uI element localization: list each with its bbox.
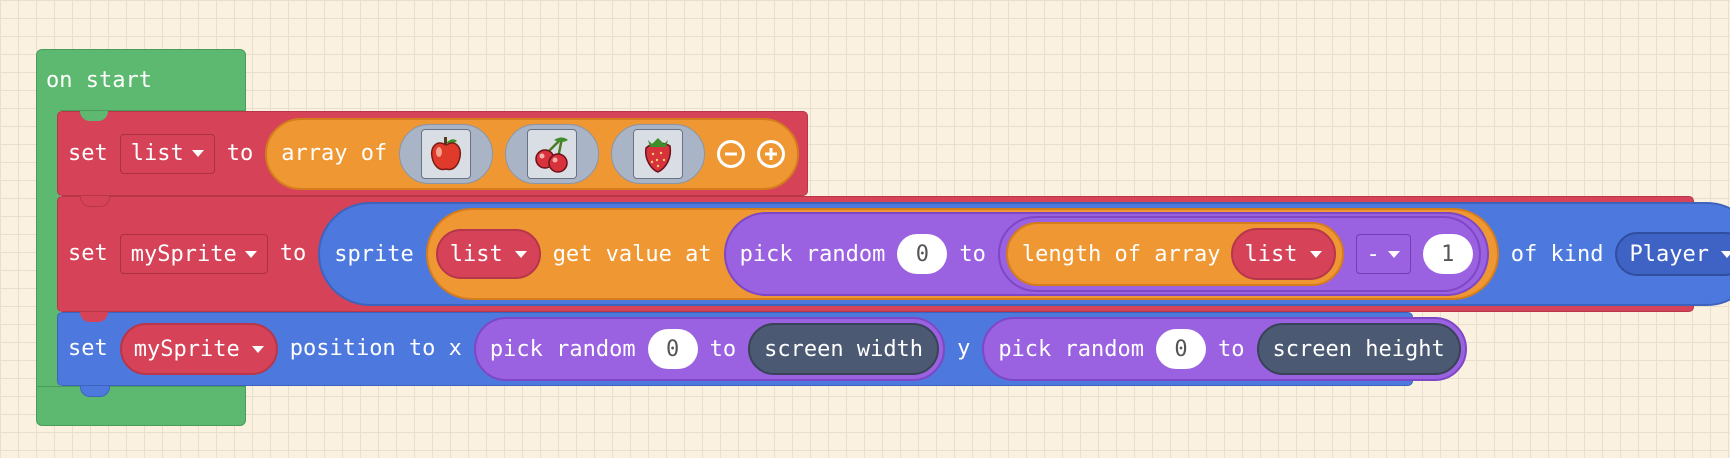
- to-label: to: [1218, 336, 1245, 362]
- chevron-down-icon: [1387, 250, 1400, 258]
- to-label: to: [279, 241, 307, 266]
- number-input[interactable]: 1: [1422, 234, 1473, 274]
- variable-dropdown-mysprite[interactable]: mySprite: [119, 234, 268, 274]
- pick-random-label: pick random: [739, 241, 886, 267]
- sprite-of-kind-block[interactable]: sprite list get value at pick random 0 t…: [318, 202, 1730, 306]
- image-slot-cherries[interactable]: [505, 123, 600, 184]
- set-label: set: [68, 140, 108, 166]
- variable-name: list: [130, 141, 184, 166]
- variable-name: mySprite: [130, 241, 237, 267]
- chevron-down-icon: [191, 150, 204, 157]
- screen-width-reporter[interactable]: screen width: [748, 323, 940, 375]
- min-number-input[interactable]: 0: [897, 234, 948, 274]
- pick-random-label: pick random: [998, 336, 1145, 362]
- array-of-block[interactable]: array of: [265, 117, 800, 190]
- subtract-block[interactable]: length of array list - 1: [997, 216, 1481, 292]
- on-start-block-footer[interactable]: [36, 386, 246, 426]
- set-label: set: [68, 241, 108, 266]
- length-of-array-label: length of array: [1021, 241, 1221, 267]
- min-number-input[interactable]: 0: [647, 329, 698, 369]
- set-mysprite-block[interactable]: set mySprite to sprite list get value at…: [57, 196, 1730, 312]
- kind-dropdown[interactable]: Player: [1615, 232, 1730, 276]
- list-variable-reporter[interactable]: list: [435, 229, 541, 279]
- on-start-block[interactable]: on start: [36, 49, 246, 111]
- screen-height-reporter[interactable]: screen height: [1256, 323, 1461, 375]
- list-variable-reporter[interactable]: list: [1230, 228, 1336, 280]
- min-number-input[interactable]: 0: [1156, 329, 1207, 369]
- screen-width-label: screen width: [764, 336, 924, 362]
- list-get-value-at-block[interactable]: list get value at pick random 0 to lengt…: [425, 208, 1499, 300]
- chevron-down-icon: [1720, 250, 1730, 258]
- on-start-label: on start: [46, 68, 152, 93]
- add-item-icon[interactable]: [757, 139, 786, 168]
- variable-name: mySprite: [133, 336, 240, 362]
- sprite-label: sprite: [334, 241, 414, 267]
- kind-name: Player: [1629, 241, 1709, 267]
- strawberry-icon: [633, 128, 684, 179]
- chevron-down-icon: [1309, 250, 1322, 258]
- set-label: set: [68, 336, 108, 361]
- set-list-block[interactable]: set list to array of: [57, 111, 808, 196]
- of-kind-label: of kind: [1510, 241, 1604, 267]
- mysprite-variable-reporter[interactable]: mySprite: [119, 323, 278, 375]
- to-label: to: [226, 140, 254, 166]
- variable-dropdown-list[interactable]: list: [119, 133, 215, 174]
- image-slot-apple[interactable]: [399, 123, 494, 184]
- chevron-down-icon: [251, 345, 264, 353]
- pick-random-label: pick random: [489, 336, 636, 362]
- operator-symbol: -: [1366, 241, 1380, 267]
- pick-random-x-block[interactable]: pick random 0 to screen width: [473, 317, 946, 381]
- to-label: to: [959, 241, 986, 267]
- variable-name: list: [449, 241, 503, 267]
- y-label: y: [957, 336, 971, 361]
- set-position-block[interactable]: set mySprite position to x pick random 0…: [57, 312, 1467, 397]
- position-to-x-label: position to x: [289, 336, 462, 361]
- chevron-down-icon: [244, 250, 257, 258]
- variable-name: list: [1244, 241, 1298, 267]
- operator-dropdown[interactable]: -: [1355, 234, 1411, 274]
- remove-item-icon[interactable]: [717, 139, 746, 168]
- pick-random-y-block[interactable]: pick random 0 to screen height: [982, 317, 1467, 381]
- cherries-icon: [527, 128, 578, 179]
- length-of-array-block[interactable]: length of array list: [1005, 222, 1344, 286]
- chevron-down-icon: [514, 250, 527, 258]
- to-label: to: [709, 336, 737, 362]
- image-slot-strawberry[interactable]: [611, 123, 706, 184]
- screen-height-label: screen height: [1272, 336, 1445, 362]
- get-value-at-label: get value at: [552, 241, 712, 267]
- array-of-label: array of: [281, 141, 388, 166]
- block-bottom-notch: [80, 386, 110, 397]
- pick-random-block[interactable]: pick random 0 to length of array list -: [723, 212, 1489, 296]
- apple-icon: [421, 128, 472, 179]
